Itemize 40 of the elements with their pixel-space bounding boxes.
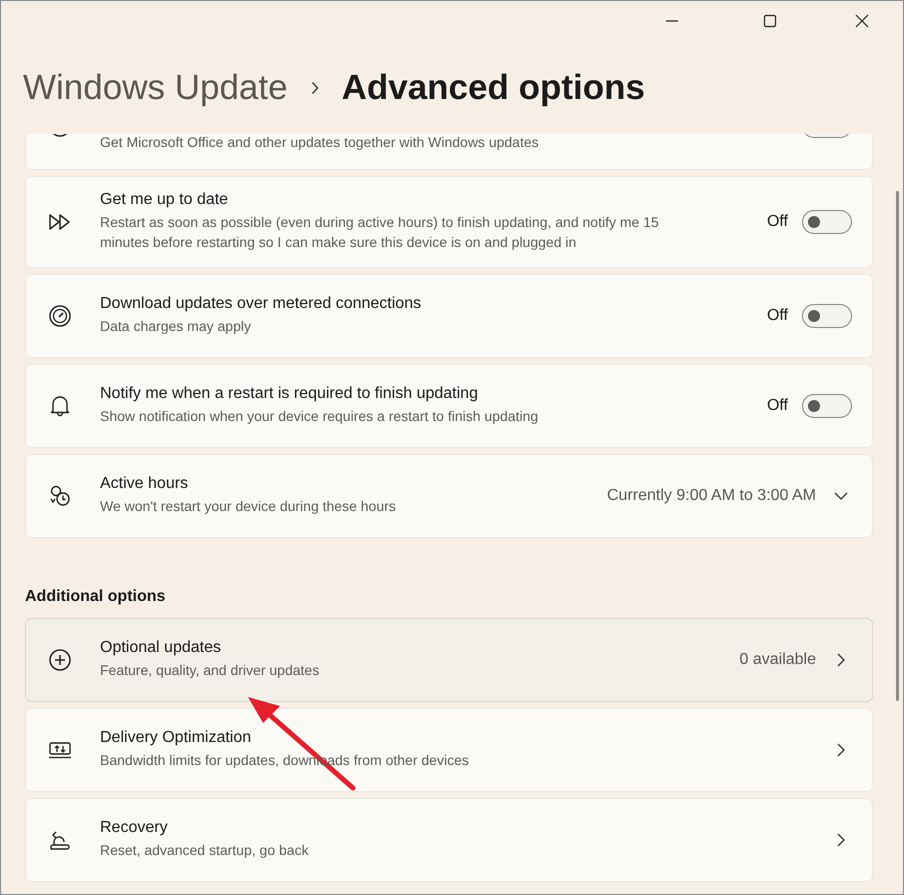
toggle-state-label: Off	[766, 212, 788, 231]
toggle-switch[interactable]	[802, 210, 852, 234]
setting-description: Data charges may apply	[100, 316, 252, 336]
setting-title: Get me up to date	[100, 191, 230, 209]
toggle-switch[interactable]	[802, 304, 852, 328]
section-heading: Additional options	[25, 588, 166, 606]
setting-title: Download updates over metered connections	[100, 294, 422, 313]
bell-icon	[48, 394, 72, 418]
setting-card[interactable]: Get me up to date Restart as soon as possible (even during active hours) to finish updating, and notify me 15 minutes before restarting so I can make sure this device is on and plugged in Off	[25, 176, 873, 268]
available-count: 0 available	[740, 650, 816, 669]
chevron-right-icon	[310, 80, 320, 94]
setting-description: Show notification when your device requires a restart to finish updating	[100, 406, 540, 426]
active-hours-value: Currently 9:00 AM to 3:00 AM	[607, 486, 816, 505]
setting-card[interactable]: Get Microsoft Office and other updates together with Windows updates	[25, 134, 873, 170]
option-title: Delivery Optimization	[100, 728, 252, 747]
toggle-state-label: Off	[766, 396, 788, 415]
option-title: Optional updates	[100, 638, 222, 657]
setting-description: Restart as soon as possible (even during active hours) to finish updating, and notify me 15 minutes before restarting so I can make sure this device is on and plugged in	[100, 213, 660, 252]
setting-card[interactable]: Notify me when a restart is required to finish updating Show notification when your device requires a restart to finish updating Off	[25, 364, 873, 448]
close-icon[interactable]	[855, 14, 869, 28]
toggle-state-label: Off	[766, 306, 788, 325]
clock-icon	[48, 484, 72, 508]
breadcrumb-link[interactable]: Windows Update	[23, 68, 288, 108]
option-card[interactable]: Recovery Reset, advanced startup, go back	[25, 798, 873, 882]
maximize-icon[interactable]	[763, 14, 777, 28]
plus-circle-icon	[48, 648, 72, 672]
option-description: Reset, advanced startup, go back	[100, 840, 310, 860]
page-title: Advanced options	[342, 68, 645, 108]
option-title: Recovery	[100, 818, 169, 837]
toggle-switch[interactable]	[802, 394, 852, 418]
setting-card[interactable]: Download updates over metered connections Data charges may apply Off	[25, 274, 873, 358]
setting-title: Notify me when a restart is required to finish updating	[100, 384, 479, 403]
setting-description: Get Microsoft Office and other updates together with Windows updates	[100, 134, 540, 152]
setting-card[interactable]: Active hours We won't restart your device during these hours Currently 9:00 AM to 3:00 AM	[25, 454, 873, 538]
option-card[interactable]: Optional updates Feature, quality, and driver updates 0 available	[25, 618, 873, 702]
setting-description: We won't restart your device during these hours	[100, 496, 397, 516]
scrollbar[interactable]	[896, 191, 899, 701]
option-description: Feature, quality, and driver updates	[100, 660, 320, 680]
setting-title: Active hours	[100, 474, 190, 493]
gauge-icon	[48, 304, 72, 328]
